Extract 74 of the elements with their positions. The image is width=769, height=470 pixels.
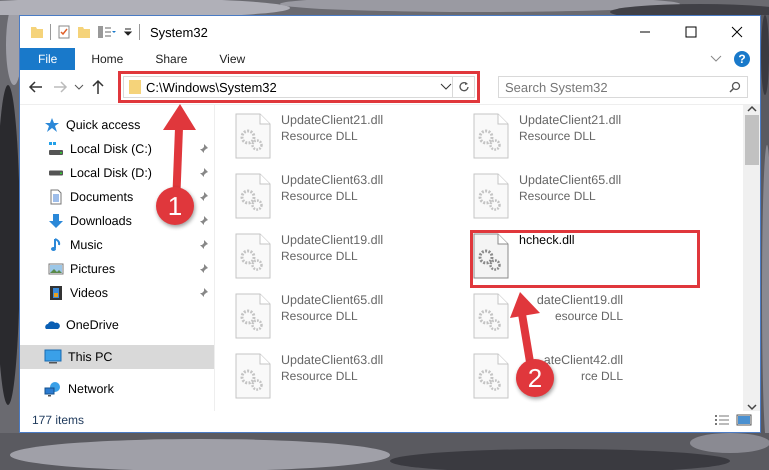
document-icon — [48, 189, 64, 205]
nav-item[interactable]: Documents — [20, 185, 138, 209]
help-button[interactable]: ? — [734, 51, 750, 67]
download-arrow-icon — [48, 213, 64, 229]
file-name[interactable]: UpdateClient19.dll — [281, 233, 384, 247]
scrollbar[interactable] — [743, 105, 760, 411]
settings-file-icon — [235, 233, 271, 279]
settings-file-icon — [235, 353, 271, 399]
nav-item[interactable]: Downloads — [20, 209, 136, 233]
ribbon-tab[interactable]: View — [203, 48, 262, 70]
file-name[interactable]: hcheck.dll — [519, 233, 575, 247]
globe-monitor-icon — [44, 381, 62, 397]
chevron-down-icon[interactable] — [74, 83, 84, 91]
settings-file-icon — [235, 293, 271, 339]
search-field[interactable]: Search System32 — [498, 76, 748, 98]
file-type: Resource DLL — [281, 189, 358, 203]
file-name[interactable]: UpdateClient65.dll — [281, 293, 384, 307]
settings-file-icon — [473, 113, 509, 159]
scroll-down-icon[interactable] — [746, 403, 756, 411]
search-icon — [729, 81, 741, 93]
settings-file-icon — [473, 353, 509, 399]
film-icon — [48, 285, 64, 301]
settings-file-icon — [235, 113, 271, 159]
settings-file-icon — [235, 173, 271, 219]
file-type: Resource DLL — [281, 129, 358, 143]
settings-file-icon — [473, 173, 509, 219]
ribbon-tab[interactable]: File — [20, 48, 76, 70]
refresh-icon — [458, 81, 470, 93]
file-type: Resource DLL — [281, 309, 358, 323]
file-name[interactable]: UpdateClient65.dll — [519, 173, 622, 187]
details-view-icon[interactable] — [714, 414, 730, 426]
landscape-image-icon — [48, 261, 64, 277]
nav-item[interactable]: Videos — [20, 281, 112, 305]
address-bar[interactable]: C:\Windows\System32 — [123, 76, 453, 98]
settings-file-icon — [473, 233, 509, 279]
file-type: esource DLL — [554, 309, 623, 323]
file-name[interactable]: UpdateClient21.dll — [519, 113, 622, 127]
drive-icon — [48, 142, 64, 156]
address-path: C:\Windows\System32 — [146, 80, 278, 94]
settings-file-icon — [473, 293, 509, 339]
file-type: Resource DLL — [281, 249, 358, 263]
chevron-down-icon[interactable] — [440, 83, 452, 91]
drive-icon — [48, 170, 64, 176]
nav-item[interactable]: Music — [20, 233, 107, 257]
star-icon — [44, 117, 60, 133]
nav-item[interactable]: Pictures — [20, 257, 120, 281]
file-type: Resource DLL — [519, 129, 596, 143]
file-name[interactable]: UpdateClient21.dll — [281, 113, 384, 127]
monitor-icon — [44, 349, 62, 365]
file-name[interactable]: ateClient42.dll — [544, 353, 623, 367]
ribbon-tab[interactable]: Home — [75, 48, 140, 70]
file-name[interactable]: dateClient19.dll — [536, 293, 623, 307]
refresh-button[interactable] — [453, 76, 475, 98]
checklist-icon[interactable] — [57, 25, 71, 39]
view-list-icon[interactable] — [97, 25, 117, 39]
folder-icon — [128, 79, 142, 95]
caret-icon[interactable] — [123, 27, 133, 37]
item-count: 177 items — [32, 412, 84, 426]
file-type: Resource DLL — [519, 189, 596, 203]
nav-item[interactable]: This PC — [20, 345, 214, 369]
scroll-thumb[interactable] — [744, 115, 758, 165]
nav-item[interactable]: Local Disk (D:) — [20, 161, 156, 185]
nav-item[interactable]: OneDrive — [20, 313, 123, 337]
nav-item[interactable]: Network — [20, 377, 118, 401]
window-title: System32 — [150, 24, 208, 40]
scroll-up-icon[interactable] — [746, 105, 756, 113]
ribbon-tab[interactable]: Share — [139, 48, 204, 70]
file-name[interactable]: UpdateClient63.dll — [281, 173, 384, 187]
file-name[interactable]: UpdateClient63.dll — [281, 353, 384, 367]
file-type: rce DLL — [580, 369, 623, 383]
nav-item[interactable]: Local Disk (C:) — [20, 137, 156, 161]
file-type: Resource DLL — [281, 369, 358, 383]
large-icons-view-icon[interactable] — [736, 414, 752, 426]
nav-item[interactable]: Quick access — [20, 113, 144, 137]
